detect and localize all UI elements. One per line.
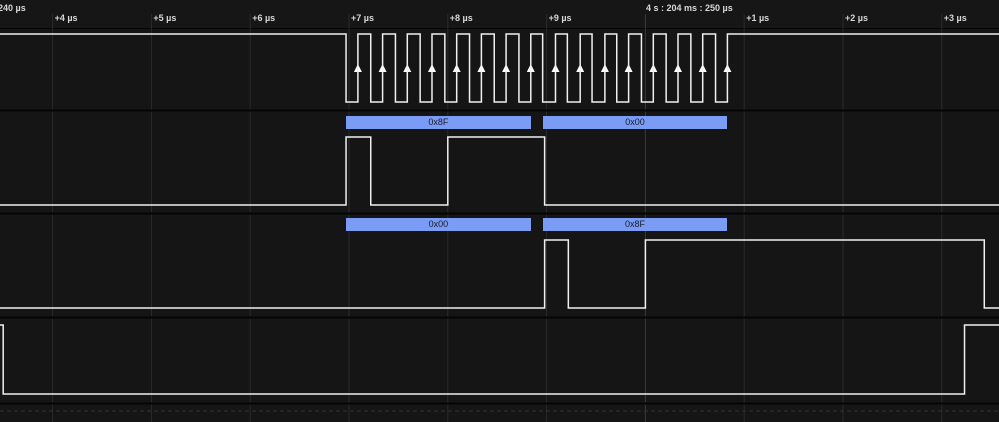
protocol-annotation[interactable]: 0x8F (542, 218, 728, 231)
signal-trace-enable (0, 324, 999, 395)
tick-label: +8 µs (449, 13, 473, 23)
tick-label: +9 µs (548, 13, 572, 23)
waveform-canvas[interactable] (0, 0, 999, 422)
tick-label: +3 µs (943, 13, 967, 23)
origin-time-label: 240 µs (0, 3, 26, 13)
tick-label: +2 µs (845, 13, 868, 23)
tick-label: +6 µs (252, 13, 276, 23)
signal-trace-data2 (0, 239, 999, 309)
tick-label: +5 µs (153, 13, 177, 23)
signal-trace-clock (0, 33, 999, 103)
marker-time-label: 4 s : 204 ms : 250 µs (646, 3, 733, 13)
protocol-annotation[interactable]: 0x00 (346, 218, 531, 231)
tick-label: +7 µs (351, 13, 374, 23)
tick-label: +1 µs (746, 13, 770, 23)
protocol-annotation[interactable]: 0x00 (542, 116, 728, 129)
tick-label: +4 µs (54, 13, 78, 23)
signal-trace-data1 (0, 136, 999, 206)
protocol-annotation[interactable]: 0x8F (346, 116, 531, 129)
